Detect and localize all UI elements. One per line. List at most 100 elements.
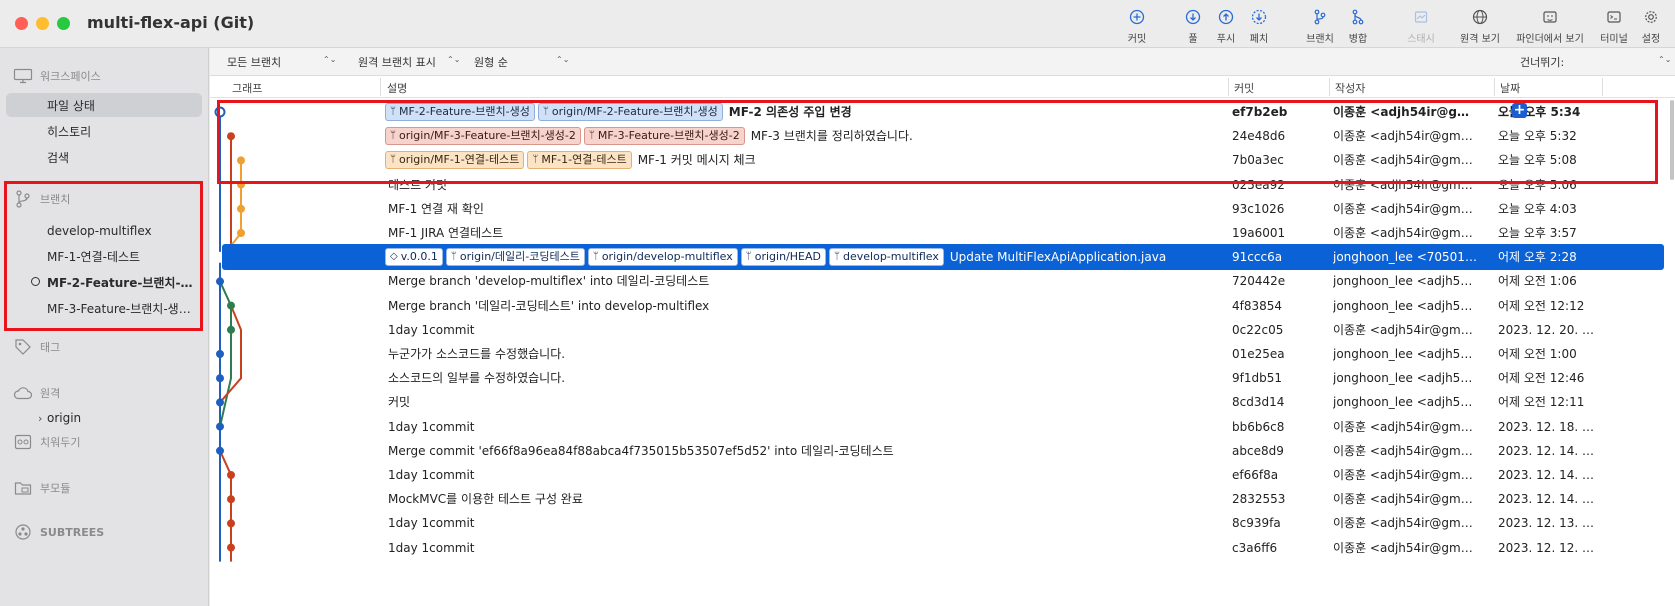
sidebar-section-remotes[interactable]: 원격: [12, 383, 60, 403]
sidebar-section-tags[interactable]: 태그: [12, 337, 60, 357]
commit-hash: 01e25ea: [1232, 347, 1285, 361]
commit-hash: 91ccc6a: [1232, 250, 1283, 265]
stash-icon: [1410, 6, 1432, 28]
commit-row[interactable]: Merge commit 'ef66f8a96ea84f88abca4f7350…: [210, 438, 1675, 464]
commit-message: MF-1 연결 재 확인: [388, 201, 484, 216]
commit-row[interactable]: MF-1 JIRA 연결테스트 19a6001 이종훈 <adjh54ir@gmai…: [210, 220, 1675, 246]
commit-row[interactable]: Merge branch '데일리-코딩테스트' into develop-mu…: [210, 293, 1675, 319]
commit-date: 2023. 12. 14. 오…: [1498, 468, 1598, 482]
column-divider[interactable]: [1228, 78, 1229, 96]
column-description[interactable]: 설명: [387, 80, 407, 96]
order-select[interactable]: 원형 순 ⌃⌄: [474, 54, 569, 70]
commit-row[interactable]: 1day 1commit bb6b6c8 이종훈 <adjh54ir@gmail.c…: [210, 414, 1675, 440]
commit-description: Merge branch '데일리-코딩테스트' into develop-mu…: [385, 293, 1340, 319]
sidebar-item-search[interactable]: 검색: [6, 145, 202, 169]
chevron-updown-icon: ⌃⌄: [323, 55, 337, 64]
commit-author: jonghoon_lee <70501374…: [1333, 250, 1478, 265]
merge-button[interactable]: 병합: [1331, 6, 1385, 45]
sidebar-section-stashes[interactable]: 치워두기: [12, 432, 80, 452]
commit-row[interactable]: 1day 1commit ef66f8a 이종훈 <adjh54ir@gmail.c…: [210, 462, 1675, 488]
commit-hash: 8c939fa: [1232, 516, 1281, 531]
commit-author: 이종훈 <adjh54ir@gmail.co…: [1333, 516, 1478, 531]
sidebar-section-label: 워크스페이스: [40, 70, 101, 83]
commit-author: 이종훈 <adjh54ir@gmail.co…: [1333, 201, 1478, 216]
commit-hash: 0c22c05: [1232, 322, 1284, 337]
sidebar-item-remote-origin[interactable]: › origin: [6, 406, 202, 430]
commit-date: 어제 오전 12:46: [1498, 371, 1585, 386]
column-author[interactable]: 작성자: [1335, 80, 1365, 96]
sidebar-section-subtrees[interactable]: SUBTREES: [12, 522, 104, 542]
column-divider[interactable]: [380, 78, 381, 96]
commit-row[interactable]: 커밋 8cd3d14 jonghoon_lee <adjh54ir@… 어제 오전 1…: [210, 389, 1675, 415]
branch-icon: ᛘ: [834, 251, 840, 263]
column-divider[interactable]: [1602, 78, 1603, 96]
column-graph[interactable]: 그래프: [232, 80, 262, 96]
commit-hash: c3a6ff6: [1232, 540, 1278, 555]
commit-author: 이종훈 <adjh54ir@gmail.co…: [1333, 492, 1478, 507]
column-divider[interactable]: [1329, 78, 1330, 96]
order-value: 원형 순: [474, 56, 508, 69]
commit-row[interactable]: MF-1 연결 재 확인 93c1026 이종훈 <adjh54ir@gmail.c…: [210, 196, 1675, 222]
commit-row[interactable]: 1day 1commit 8c939fa 이종훈 <adjh54ir@gmail.c…: [210, 510, 1675, 536]
remote-branch-select[interactable]: 원격 브랜치 표시 ⌃⌄: [358, 54, 460, 70]
commit-message: 1day 1commit: [388, 516, 475, 531]
commit-row[interactable]: ◇ v.0.0.1 ᛘ origin/데일리-코딩테스트 ᛘ origin/develop…: [222, 244, 1664, 271]
commit-row[interactable]: Merge branch 'develop-multiflex' into 데일…: [210, 268, 1675, 294]
column-date[interactable]: 날짜: [1500, 80, 1520, 96]
plus-circle-icon: [1126, 6, 1148, 28]
stash-button[interactable]: 스태시: [1394, 6, 1448, 45]
commit-message: MockMVC를 이용한 테스트 구성 완료: [388, 492, 583, 507]
terminal-icon: [1603, 6, 1625, 28]
close-window-button[interactable]: [15, 17, 28, 30]
minimize-window-button[interactable]: [36, 17, 49, 30]
commit-description: 1day 1commit: [385, 510, 1340, 536]
remote-button[interactable]: 원격 보기: [1453, 6, 1507, 45]
ref-name: origin/데일리-코딩테스트: [459, 250, 580, 264]
commit-date: 2023. 12. 12. 오…: [1498, 540, 1598, 555]
tag-icon: ◇: [390, 251, 398, 263]
commit-row[interactable]: 1day 1commit 0c22c05 이종훈 <adjh54ir@gmail.c…: [210, 317, 1675, 343]
title-bar: multi-flex-api (Git) 커밋 풀 푸시 페치 브랜치 병합 스…: [0, 0, 1675, 48]
sidebar-item-file-status[interactable]: 파일 상태: [6, 93, 202, 117]
commit-message: MF-1 JIRA 연결테스트: [388, 226, 504, 240]
commit-button[interactable]: 커밋: [1110, 6, 1164, 45]
fetch-button[interactable]: 페치: [1232, 6, 1286, 45]
commit-date: 어제 오전 1:06: [1498, 274, 1577, 289]
cloud-icon: [12, 384, 34, 402]
zoom-window-button[interactable]: [57, 17, 70, 30]
commit-row[interactable]: 누군가가 소스코드를 수정했습니다. 01e25ea jonghoon_lee <a…: [210, 341, 1675, 367]
commit-row[interactable]: 소스코드의 일부를 수정하였습니다. 9f1db51 jonghoon_lee <a…: [210, 365, 1675, 391]
sidebar-section-label: 원격: [40, 387, 61, 400]
merge-icon: [1347, 6, 1369, 28]
commit-message: Merge branch '데일리-코딩테스트' into develop-mu…: [388, 298, 710, 313]
branch-label[interactable]: ᛘ origin/HEAD: [740, 248, 826, 267]
column-divider[interactable]: [1494, 78, 1495, 96]
commit-row[interactable]: 1day 1commit c3a6ff6 이종훈 <adjh54ir@gmail.c…: [210, 535, 1675, 561]
commit-message: Merge commit 'ef66f8a96ea84f88abca4f7350…: [388, 443, 894, 458]
commit-date: 2023. 12. 20. 오…: [1498, 322, 1598, 337]
sidebar-section-submodules[interactable]: 부모듈: [12, 478, 70, 498]
commit-description: 소스코드의 일부를 수정하였습니다.: [385, 365, 1340, 391]
scrollbar[interactable]: [1670, 100, 1674, 180]
commit-date: 2023. 12. 14. 오…: [1498, 492, 1598, 507]
tag-label[interactable]: ◇ v.0.0.1: [385, 248, 443, 267]
branch-label[interactable]: ᛘ origin/develop-multiflex: [587, 248, 738, 267]
commit-message: Merge branch 'develop-multiflex' into 데일…: [388, 274, 710, 289]
column-commit[interactable]: 커밋: [1234, 80, 1254, 96]
branch-filter-value: 모든 브랜치: [227, 56, 282, 69]
sidebar-item-history[interactable]: 히스토리: [6, 119, 202, 143]
branch-filter-select[interactable]: 모든 브랜치 ⌃⌄: [227, 54, 336, 70]
branch-label[interactable]: ᛘ origin/데일리-코딩테스트: [445, 248, 585, 267]
commit-row[interactable]: MockMVC를 이용한 테스트 구성 완료 2832553 이종훈 <adjh54…: [210, 486, 1675, 512]
sidebar-section-label: 치워두기: [40, 436, 81, 449]
sidebar-section-workspace[interactable]: 워크스페이스: [12, 66, 101, 86]
stash-label: 스태시: [1407, 34, 1435, 45]
commit-author: jonghoon_lee <adjh54ir@…: [1333, 395, 1478, 410]
branch-label[interactable]: ᛘ develop-multiflex: [829, 248, 944, 267]
finder-button[interactable]: 파인더에서 보기: [1516, 6, 1584, 45]
commit-message: 1day 1commit: [388, 468, 475, 482]
commit-description: ◇ v.0.0.1 ᛘ origin/데일리-코딩테스트 ᛘ origin/develop…: [385, 244, 1340, 270]
commit-hash: ef66f8a: [1232, 468, 1279, 482]
commit-date: 오늘 오후 3:57: [1498, 226, 1577, 240]
settings-button[interactable]: 설정: [1624, 6, 1675, 45]
